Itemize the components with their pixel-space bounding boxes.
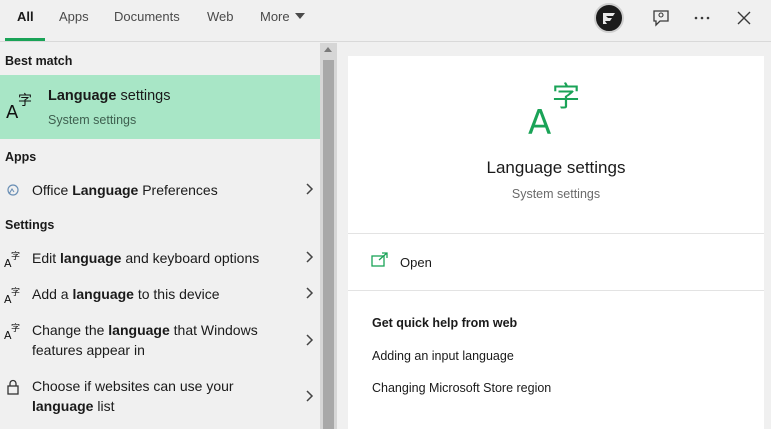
language-icon: A字 <box>4 322 22 340</box>
divider <box>348 233 764 234</box>
open-icon[interactable] <box>371 252 388 267</box>
language-icon: A字 <box>4 250 22 268</box>
close-icon[interactable] <box>732 6 756 30</box>
feedback-icon[interactable] <box>649 6 673 30</box>
best-match-subtitle: System settings <box>48 113 137 127</box>
row-text-post: list <box>93 398 115 414</box>
tab-apps[interactable]: Apps <box>59 0 89 42</box>
row-text-pre: Change the <box>32 322 109 338</box>
help-link-input-language[interactable]: Adding an input language <box>372 349 514 363</box>
search-scope-tabs: All Apps Documents Web More <box>0 0 771 42</box>
row-text-post: and keyboard options <box>121 250 260 266</box>
row-text-post: Preferences <box>138 182 218 198</box>
chevron-right-icon[interactable] <box>306 334 314 346</box>
tab-all[interactable]: All <box>17 0 34 42</box>
preview-title: Language settings <box>486 158 626 177</box>
open-button[interactable]: Open <box>400 255 432 270</box>
row-text-bold: Language <box>72 182 139 198</box>
chevron-right-icon[interactable] <box>306 287 314 299</box>
help-heading: Get quick help from web <box>372 316 518 330</box>
setting-add-language[interactable]: Add a language to this device <box>32 284 292 304</box>
chevron-right-icon[interactable] <box>306 390 314 402</box>
row-text-bold: language <box>72 286 134 302</box>
language-icon: A字 <box>4 286 22 304</box>
svg-text:字: 字 <box>552 80 580 113</box>
tab-documents[interactable]: Documents <box>114 0 180 42</box>
section-settings: Settings <box>5 218 55 232</box>
tab-more-label: More <box>260 9 290 24</box>
setting-website-language-list[interactable]: Choose if websites can use your language… <box>32 376 292 416</box>
lock-icon <box>4 378 22 396</box>
row-text-pre: Choose if websites can use your <box>32 378 234 394</box>
chevron-down-icon <box>294 13 305 19</box>
tab-web[interactable]: Web <box>207 0 234 42</box>
setting-change-display-language[interactable]: Change the language that Windows feature… <box>32 320 292 360</box>
help-link-store-region[interactable]: Changing Microsoft Store region <box>372 381 551 395</box>
preview-subtitle: System settings <box>511 187 601 201</box>
scroll-up-icon[interactable] <box>324 47 332 52</box>
best-match-title-rest: settings <box>116 88 171 104</box>
chevron-right-icon[interactable] <box>306 251 314 263</box>
row-text-bold: language <box>32 398 94 414</box>
svg-text:字: 字 <box>11 286 20 298</box>
svg-text:字: 字 <box>11 250 20 262</box>
chevron-right-icon[interactable] <box>306 183 314 195</box>
section-apps: Apps <box>5 150 37 164</box>
row-text-post: to this device <box>133 286 220 302</box>
svg-text:字: 字 <box>11 322 20 334</box>
svg-text:A: A <box>528 103 551 136</box>
language-icon: A 字 <box>528 80 580 136</box>
office-language-icon <box>4 181 22 199</box>
language-icon: A 字 <box>6 93 32 120</box>
account-avatar-icon[interactable] <box>594 3 624 33</box>
tab-more[interactable]: More <box>260 0 305 42</box>
divider <box>348 290 764 291</box>
section-best-match: Best match <box>5 54 73 68</box>
row-text-pre: Office <box>32 182 73 198</box>
row-text-bold: language <box>60 250 122 266</box>
svg-text:字: 字 <box>18 93 32 109</box>
best-match-title: Language settings <box>48 88 170 104</box>
msi-logo-icon <box>603 13 615 24</box>
row-text-pre: Add a <box>32 286 73 302</box>
active-tab-indicator <box>5 38 45 41</box>
best-match-item[interactable] <box>0 75 320 139</box>
row-text-pre: Edit <box>32 250 61 266</box>
ellipsis-icon[interactable] <box>690 6 714 30</box>
scrollbar-thumb[interactable] <box>323 60 334 429</box>
row-text-bold: language <box>108 322 170 338</box>
setting-edit-language[interactable]: Edit language and keyboard options <box>32 248 292 268</box>
app-office-language-preferences[interactable]: Office Language Preferences <box>32 180 292 200</box>
best-match-title-bold: Language <box>48 88 117 104</box>
